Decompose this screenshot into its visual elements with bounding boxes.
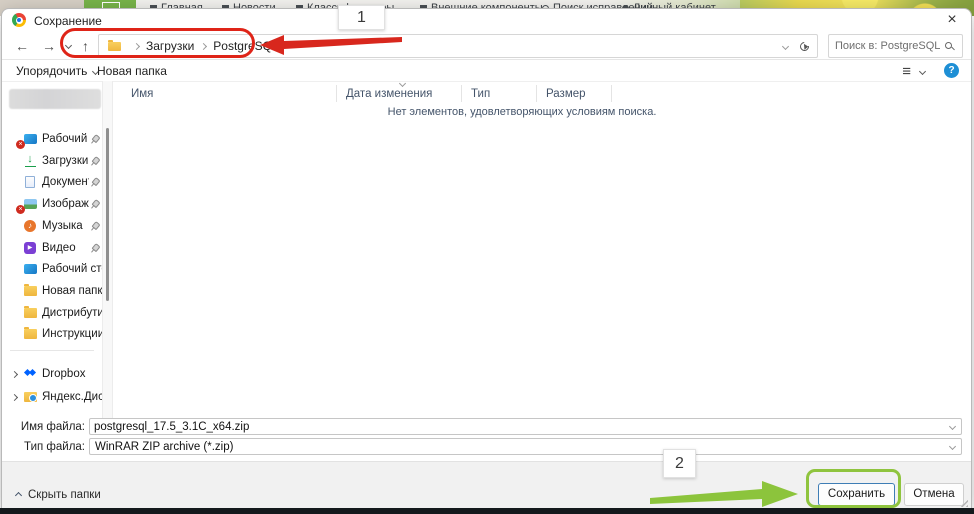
breadcrumb-postgresql[interactable]: PostgreSQL: [213, 39, 278, 53]
sync-error-badge: [16, 205, 25, 214]
file-type-dropdown-icon: [949, 443, 956, 450]
sidebar-item-yandex-disk[interactable]: Яндекс.Диск: [2, 387, 102, 407]
close-icon[interactable]: [941, 10, 963, 30]
dialog-toolbar: Упорядочить Новая папка: [2, 59, 971, 82]
music-icon: [23, 220, 37, 233]
search-box: [828, 34, 963, 58]
dialog-titlebar: Сохранение: [2, 9, 971, 31]
screenshot-stage: Главная Новости Классификаторы Внешние к…: [0, 0, 974, 514]
column-header-size[interactable]: Размер: [546, 88, 586, 100]
search-icon: [945, 42, 952, 49]
up-icon[interactable]: [82, 38, 89, 54]
address-bar[interactable]: Загрузки PostgreSQL: [98, 34, 818, 58]
breadcrumb-chevron-icon: [200, 42, 207, 49]
cancel-button[interactable]: Отмена: [904, 483, 964, 506]
sidebar-item-desktop-pinned[interactable]: Рабочий сто: [2, 129, 102, 149]
column-header-date[interactable]: Дата изменения: [346, 88, 432, 100]
breadcrumb-chevron-icon: [133, 42, 140, 49]
column-divider: [611, 85, 612, 102]
view-mode-icon[interactable]: [902, 60, 911, 82]
sidebar-item-redacted[interactable]: [9, 89, 101, 109]
folder-icon: [23, 285, 37, 298]
sidebar-item-pictures[interactable]: Изображени: [2, 194, 102, 214]
dialog-footer: Скрыть папки Сохранить Отмена: [2, 461, 971, 509]
sidebar-item-new-folder[interactable]: Новая папка: [2, 281, 102, 301]
breadcrumb-downloads[interactable]: Загрузки: [146, 39, 194, 53]
file-type-label: Тип файла:: [2, 441, 85, 453]
dialog-title: Сохранение: [34, 14, 102, 28]
column-divider: [461, 85, 462, 102]
view-mode-chevron-icon[interactable]: [919, 68, 926, 75]
pictures-icon: [23, 198, 37, 211]
save-dialog: Сохранение Загрузки PostgreSQL Упорядочи…: [1, 8, 972, 508]
downloads-icon: [23, 155, 37, 168]
sidebar-divider: [10, 350, 94, 351]
file-type-select[interactable]: WinRAR ZIP archive (*.zip): [89, 438, 962, 455]
file-name-label: Имя файла:: [2, 421, 85, 433]
history-chevron-icon[interactable]: [65, 42, 72, 49]
annotation-step-1: 1: [338, 5, 385, 30]
search-input[interactable]: [835, 36, 940, 56]
file-name-dropdown-icon[interactable]: [949, 423, 956, 430]
annotation-step-2: 2: [663, 449, 696, 478]
folder-icon: [23, 307, 37, 320]
file-name-field: [89, 418, 962, 435]
sidebar-item-instructions[interactable]: Инструкции: [2, 324, 102, 344]
sidebar-item-dropbox[interactable]: Dropbox: [2, 364, 102, 384]
refresh-icon[interactable]: [798, 40, 811, 53]
yandex-disk-icon: [23, 391, 37, 404]
chrome-icon: [12, 13, 26, 27]
sidebar-item-documents[interactable]: Документы: [2, 172, 102, 192]
sidebar-item-desktop[interactable]: Рабочий стол: [2, 259, 102, 279]
save-button[interactable]: Сохранить: [818, 483, 895, 506]
address-dropdown-icon[interactable]: [782, 42, 789, 49]
file-name-input[interactable]: [94, 419, 934, 434]
sidebar-item-video[interactable]: Видео: [2, 238, 102, 258]
help-icon[interactable]: [944, 63, 959, 78]
sidebar-item-downloads[interactable]: Загрузки: [2, 151, 102, 171]
sidebar-scrollbar-thumb[interactable]: [106, 128, 109, 301]
column-header-type[interactable]: Тип: [471, 88, 490, 100]
page-bottom-bar: [0, 508, 974, 514]
sync-error-badge: [16, 140, 25, 149]
folder-icon: [23, 328, 37, 341]
column-header-name[interactable]: Имя: [131, 88, 153, 100]
desktop-icon: [23, 263, 37, 276]
sidebar-item-distributive[interactable]: Дистрибутив пл: [2, 303, 102, 323]
new-folder-button[interactable]: Новая папка: [97, 60, 167, 82]
file-type-value: WinRAR ZIP archive (*.zip): [95, 441, 233, 453]
column-divider: [336, 85, 337, 102]
column-divider: [536, 85, 537, 102]
forward-icon[interactable]: [42, 38, 56, 54]
video-icon: [23, 242, 37, 255]
expand-chevron-icon[interactable]: [11, 370, 18, 377]
folder-icon: [108, 42, 121, 51]
desktop-icon: [23, 133, 37, 146]
expand-chevron-icon[interactable]: [11, 393, 18, 400]
hide-folders-button[interactable]: Скрыть папки: [16, 489, 101, 501]
back-icon[interactable]: [15, 38, 29, 54]
sidebar-item-music[interactable]: Музыка: [2, 216, 102, 236]
documents-icon: [23, 176, 37, 189]
organize-button[interactable]: Упорядочить: [16, 60, 98, 82]
dropbox-icon: [23, 368, 37, 381]
empty-results-message: Нет элементов, удовлетворяющих условиям …: [342, 106, 702, 118]
chevron-up-icon: [15, 491, 22, 498]
